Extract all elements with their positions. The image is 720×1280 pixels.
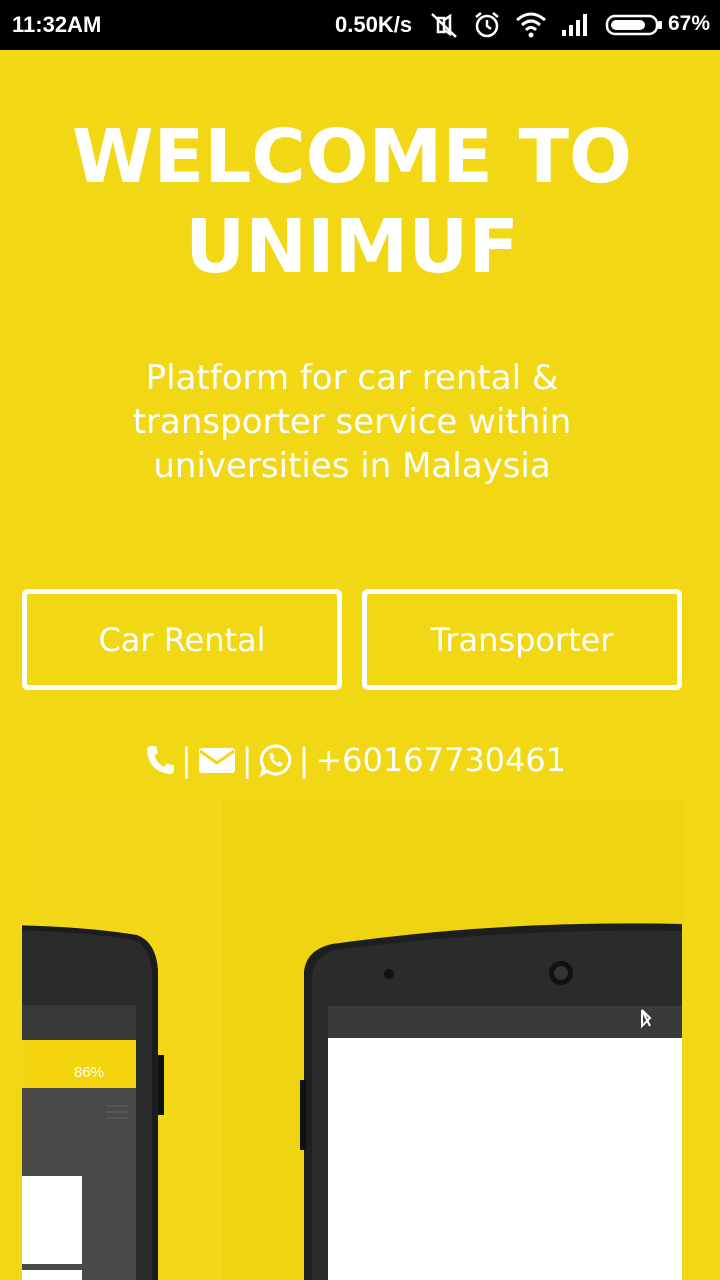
email-icon[interactable] — [198, 745, 236, 775]
alarm-icon — [472, 10, 502, 45]
phones-illustration — [22, 923, 682, 1280]
tagline: Platform for car rental & transporter se… — [70, 356, 634, 488]
phone-icon[interactable] — [145, 744, 175, 776]
car-rental-button[interactable]: Car Rental — [22, 589, 342, 690]
page-title: WELCOME TO UNIMUF — [0, 112, 704, 292]
tagline-line: universities in Malaysia — [153, 446, 551, 486]
tagline-line: transporter service within — [132, 402, 572, 442]
mockup-battery-text: 86% — [74, 1064, 105, 1081]
signal-icon — [560, 10, 594, 45]
wifi-icon — [514, 10, 548, 45]
landing-page: WELCOME TO UNIMUF Platform for car renta… — [0, 50, 720, 1280]
title-line: UNIMUF — [185, 204, 519, 290]
status-time: 11:32AM — [12, 12, 102, 37]
title-line: WELCOME TO — [72, 114, 632, 200]
status-bar: 11:32AM 0.50K/s 67% — [0, 0, 720, 50]
contact-row: | | | +60167730461 — [145, 738, 566, 782]
mute-icon — [428, 10, 460, 45]
tagline-line: Platform for car rental & — [145, 358, 559, 398]
phone-number[interactable]: +60167730461 — [315, 741, 566, 779]
separator: | — [181, 741, 192, 779]
battery-icon — [605, 14, 663, 41]
battery-percent: 67% — [668, 12, 711, 35]
transporter-button[interactable]: Transporter — [362, 589, 682, 690]
separator: | — [298, 741, 310, 779]
separator: | — [241, 741, 253, 779]
whatsapp-icon[interactable] — [258, 743, 293, 777]
phone-mockup-image: 86% — [22, 800, 682, 1280]
network-speed: 0.50K/s — [335, 12, 413, 37]
